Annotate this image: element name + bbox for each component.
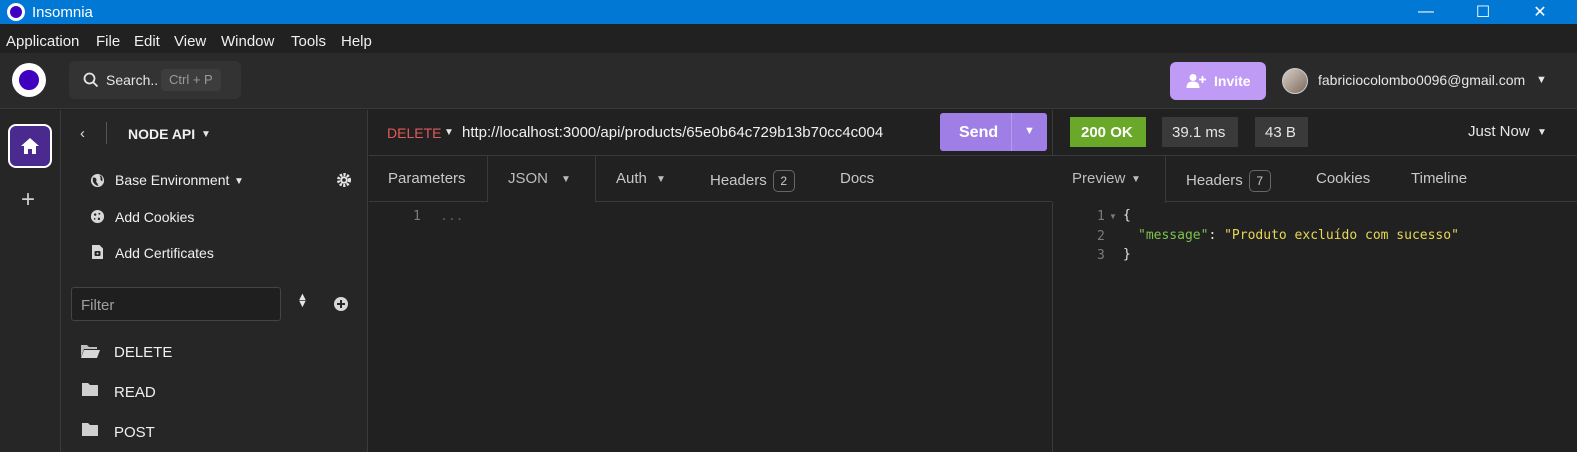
tab-response-headers[interactable]: Headers 7: [1186, 170, 1271, 192]
chevron-down-icon[interactable]: ▼: [234, 176, 244, 187]
avatar[interactable]: [1282, 68, 1308, 94]
filter-input[interactable]: Filter: [71, 287, 281, 321]
tab-preview[interactable]: Preview: [1072, 170, 1125, 187]
folder-delete[interactable]: DELETE: [114, 344, 172, 361]
add-workspace-button[interactable]: +: [21, 186, 35, 214]
menu-bar: Application File Edit View Window Tools …: [0, 28, 1577, 52]
chevron-down-icon[interactable]: ▼: [201, 129, 211, 140]
tab-timeline[interactable]: Timeline: [1411, 170, 1467, 187]
invite-button[interactable]: Invite: [1170, 62, 1266, 100]
response-time-badge: 39.1 ms: [1162, 117, 1238, 147]
response-headers-count-badge: 7: [1248, 170, 1271, 192]
certificate-icon: [92, 245, 103, 259]
tab-auth[interactable]: Auth: [616, 170, 647, 187]
menu-view[interactable]: View: [174, 33, 206, 50]
tab-headers[interactable]: Headers 2: [710, 170, 795, 192]
status-badge: 200 OK: [1070, 117, 1146, 147]
back-icon[interactable]: ‹: [80, 125, 85, 142]
folder-icon: [82, 423, 98, 436]
method-selector[interactable]: DELETE: [387, 125, 441, 141]
globe-icon: [90, 173, 105, 188]
chevron-down-icon[interactable]: ▼: [561, 174, 571, 185]
cookie-icon: [90, 209, 105, 224]
minimize-button[interactable]: —: [1403, 0, 1449, 24]
line-number: 3: [1097, 248, 1105, 263]
editor-placeholder: ...: [440, 209, 464, 224]
json-value: "Produto excluído com sucesso": [1224, 228, 1459, 243]
menu-window[interactable]: Window: [221, 33, 274, 50]
folder-open-icon: [81, 345, 100, 358]
add-user-icon: [1186, 74, 1206, 88]
chevron-down-icon[interactable]: ▼: [656, 174, 666, 185]
tab-docs[interactable]: Docs: [840, 170, 874, 187]
code-line: "message": "Produto excluído com sucesso…: [1138, 228, 1459, 243]
user-email[interactable]: fabriciocolombo0096@gmail.com: [1318, 72, 1525, 88]
tab-headers-label: Headers: [710, 171, 767, 189]
menu-tools[interactable]: Tools: [291, 33, 326, 50]
gear-icon[interactable]: [336, 172, 352, 188]
close-button[interactable]: ✕: [1517, 0, 1563, 24]
tab-body[interactable]: JSON: [508, 170, 548, 187]
response-history-selector[interactable]: Just Now: [1468, 123, 1530, 140]
home-button[interactable]: [8, 124, 52, 168]
title-bar: Insomnia — ☐ ✕: [0, 0, 1577, 24]
status-text: 200 OK: [1081, 124, 1133, 141]
request-body-editor[interactable]: [369, 202, 1052, 452]
menu-application[interactable]: Application: [6, 33, 79, 50]
add-cookies-link[interactable]: Add Cookies: [115, 209, 194, 225]
send-label: Send: [959, 124, 999, 141]
menu-edit[interactable]: Edit: [134, 33, 160, 50]
send-button[interactable]: Send ▼: [940, 113, 1047, 151]
project-name[interactable]: NODE API: [128, 126, 195, 142]
fold-icon[interactable]: ▼: [1109, 212, 1117, 221]
search-label: Search..: [106, 72, 159, 88]
chevron-down-icon[interactable]: ▼: [1536, 74, 1547, 86]
divider: [106, 122, 107, 144]
tab-parameters[interactable]: Parameters: [388, 170, 466, 187]
sort-icon[interactable]: ▲ ▼: [297, 292, 308, 310]
home-icon: [21, 138, 39, 154]
line-number: 1: [413, 209, 421, 224]
invite-label: Invite: [1214, 73, 1251, 89]
chevron-down-icon[interactable]: ▼: [1537, 127, 1547, 138]
chevron-down-icon[interactable]: ▼: [1024, 125, 1035, 137]
headers-count-badge: 2: [772, 170, 795, 192]
folder-post[interactable]: POST: [114, 424, 155, 441]
search-shortcut: Ctrl + P: [161, 69, 221, 91]
chevron-down-icon[interactable]: ▼: [444, 127, 454, 138]
response-size: 43 B: [1265, 124, 1296, 141]
folder-icon: [82, 383, 98, 396]
response-size-badge: 43 B: [1255, 117, 1308, 147]
insomnia-logo[interactable]: [12, 63, 46, 97]
search-icon: [83, 72, 99, 88]
menu-help[interactable]: Help: [341, 33, 372, 50]
add-circle-icon[interactable]: [333, 296, 349, 312]
sidebar: [61, 110, 368, 452]
code-line: }: [1123, 247, 1131, 262]
folder-read[interactable]: READ: [114, 384, 156, 401]
code-line: {: [1123, 208, 1131, 223]
url-input[interactable]: http://localhost:3000/api/products/65e0b…: [462, 124, 883, 141]
add-certificates-link[interactable]: Add Certificates: [115, 245, 214, 261]
json-key: "message": [1138, 228, 1209, 243]
tab-cookies[interactable]: Cookies: [1316, 170, 1370, 187]
chevron-down-icon[interactable]: ▼: [1131, 174, 1141, 185]
line-number: 1: [1097, 209, 1105, 224]
response-time: 39.1 ms: [1172, 124, 1226, 141]
line-number: 2: [1097, 229, 1105, 244]
tab-response-headers-label: Headers: [1186, 171, 1243, 189]
filter-placeholder: Filter: [81, 297, 115, 314]
json-colon: :: [1208, 228, 1225, 243]
divider: [1011, 113, 1012, 151]
menu-file[interactable]: File: [96, 33, 120, 50]
environment-selector[interactable]: Base Environment: [115, 172, 229, 188]
maximize-button[interactable]: ☐: [1460, 0, 1506, 24]
insomnia-app-icon: [7, 3, 25, 21]
window-title: Insomnia: [32, 4, 93, 21]
